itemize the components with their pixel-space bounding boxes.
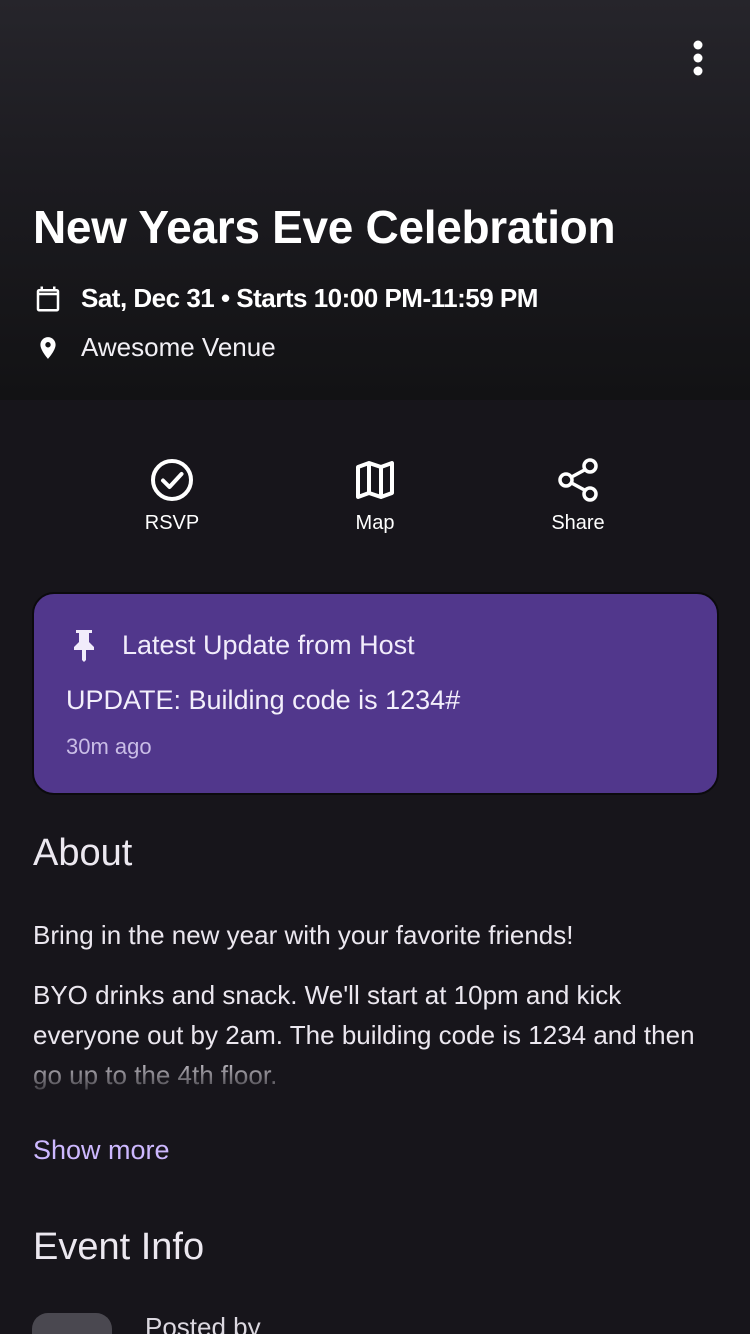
more-options-button[interactable] — [676, 36, 720, 80]
show-more-link[interactable]: Show more — [33, 1135, 170, 1166]
about-heading: About — [33, 832, 133, 874]
event-detail-screen: New Years Eve Celebration Sat, Dec 31 • … — [0, 0, 750, 1334]
posted-by-label: Posted by — [145, 1312, 261, 1334]
host-update-card[interactable]: Latest Update from Host UPDATE: Building… — [32, 592, 719, 795]
action-bar: RSVP Map Share — [0, 456, 750, 546]
update-timestamp: 30m ago — [66, 734, 152, 759]
update-heading: Latest Update from Host — [122, 629, 415, 660]
share-label: Share — [551, 512, 605, 534]
event-info-heading: Event Info — [33, 1226, 205, 1268]
share-icon — [554, 456, 602, 504]
update-header: Latest Update from Host — [68, 627, 415, 663]
map-label: Map — [355, 512, 395, 534]
rsvp-label: RSVP — [144, 512, 200, 534]
pin-icon — [68, 627, 100, 663]
event-date-row: Sat, Dec 31 • Starts 10:00 PM-11:59 PM — [33, 283, 538, 314]
event-title: New Years Eve Celebration — [33, 201, 616, 253]
share-button[interactable]: Share — [508, 456, 648, 546]
about-fade-overlay — [0, 1052, 750, 1097]
event-date-text: Sat, Dec 31 • Starts 10:00 PM-11:59 PM — [81, 283, 538, 313]
more-vertical-icon — [693, 40, 703, 76]
calendar-icon — [33, 284, 63, 314]
event-header: New Years Eve Celebration Sat, Dec 31 • … — [0, 0, 750, 400]
map-icon — [351, 456, 399, 504]
avatar[interactable] — [32, 1313, 112, 1334]
location-pin-icon — [33, 333, 63, 363]
map-button[interactable]: Map — [305, 456, 445, 546]
about-paragraph: Bring in the new year with your favorite… — [33, 920, 574, 950]
event-venue-row[interactable]: Awesome Venue — [33, 332, 276, 363]
event-venue-text: Awesome Venue — [81, 332, 276, 362]
check-circle-icon — [148, 456, 196, 504]
rsvp-button[interactable]: RSVP — [102, 456, 242, 546]
update-message: UPDATE: Building code is 1234# — [66, 685, 461, 715]
